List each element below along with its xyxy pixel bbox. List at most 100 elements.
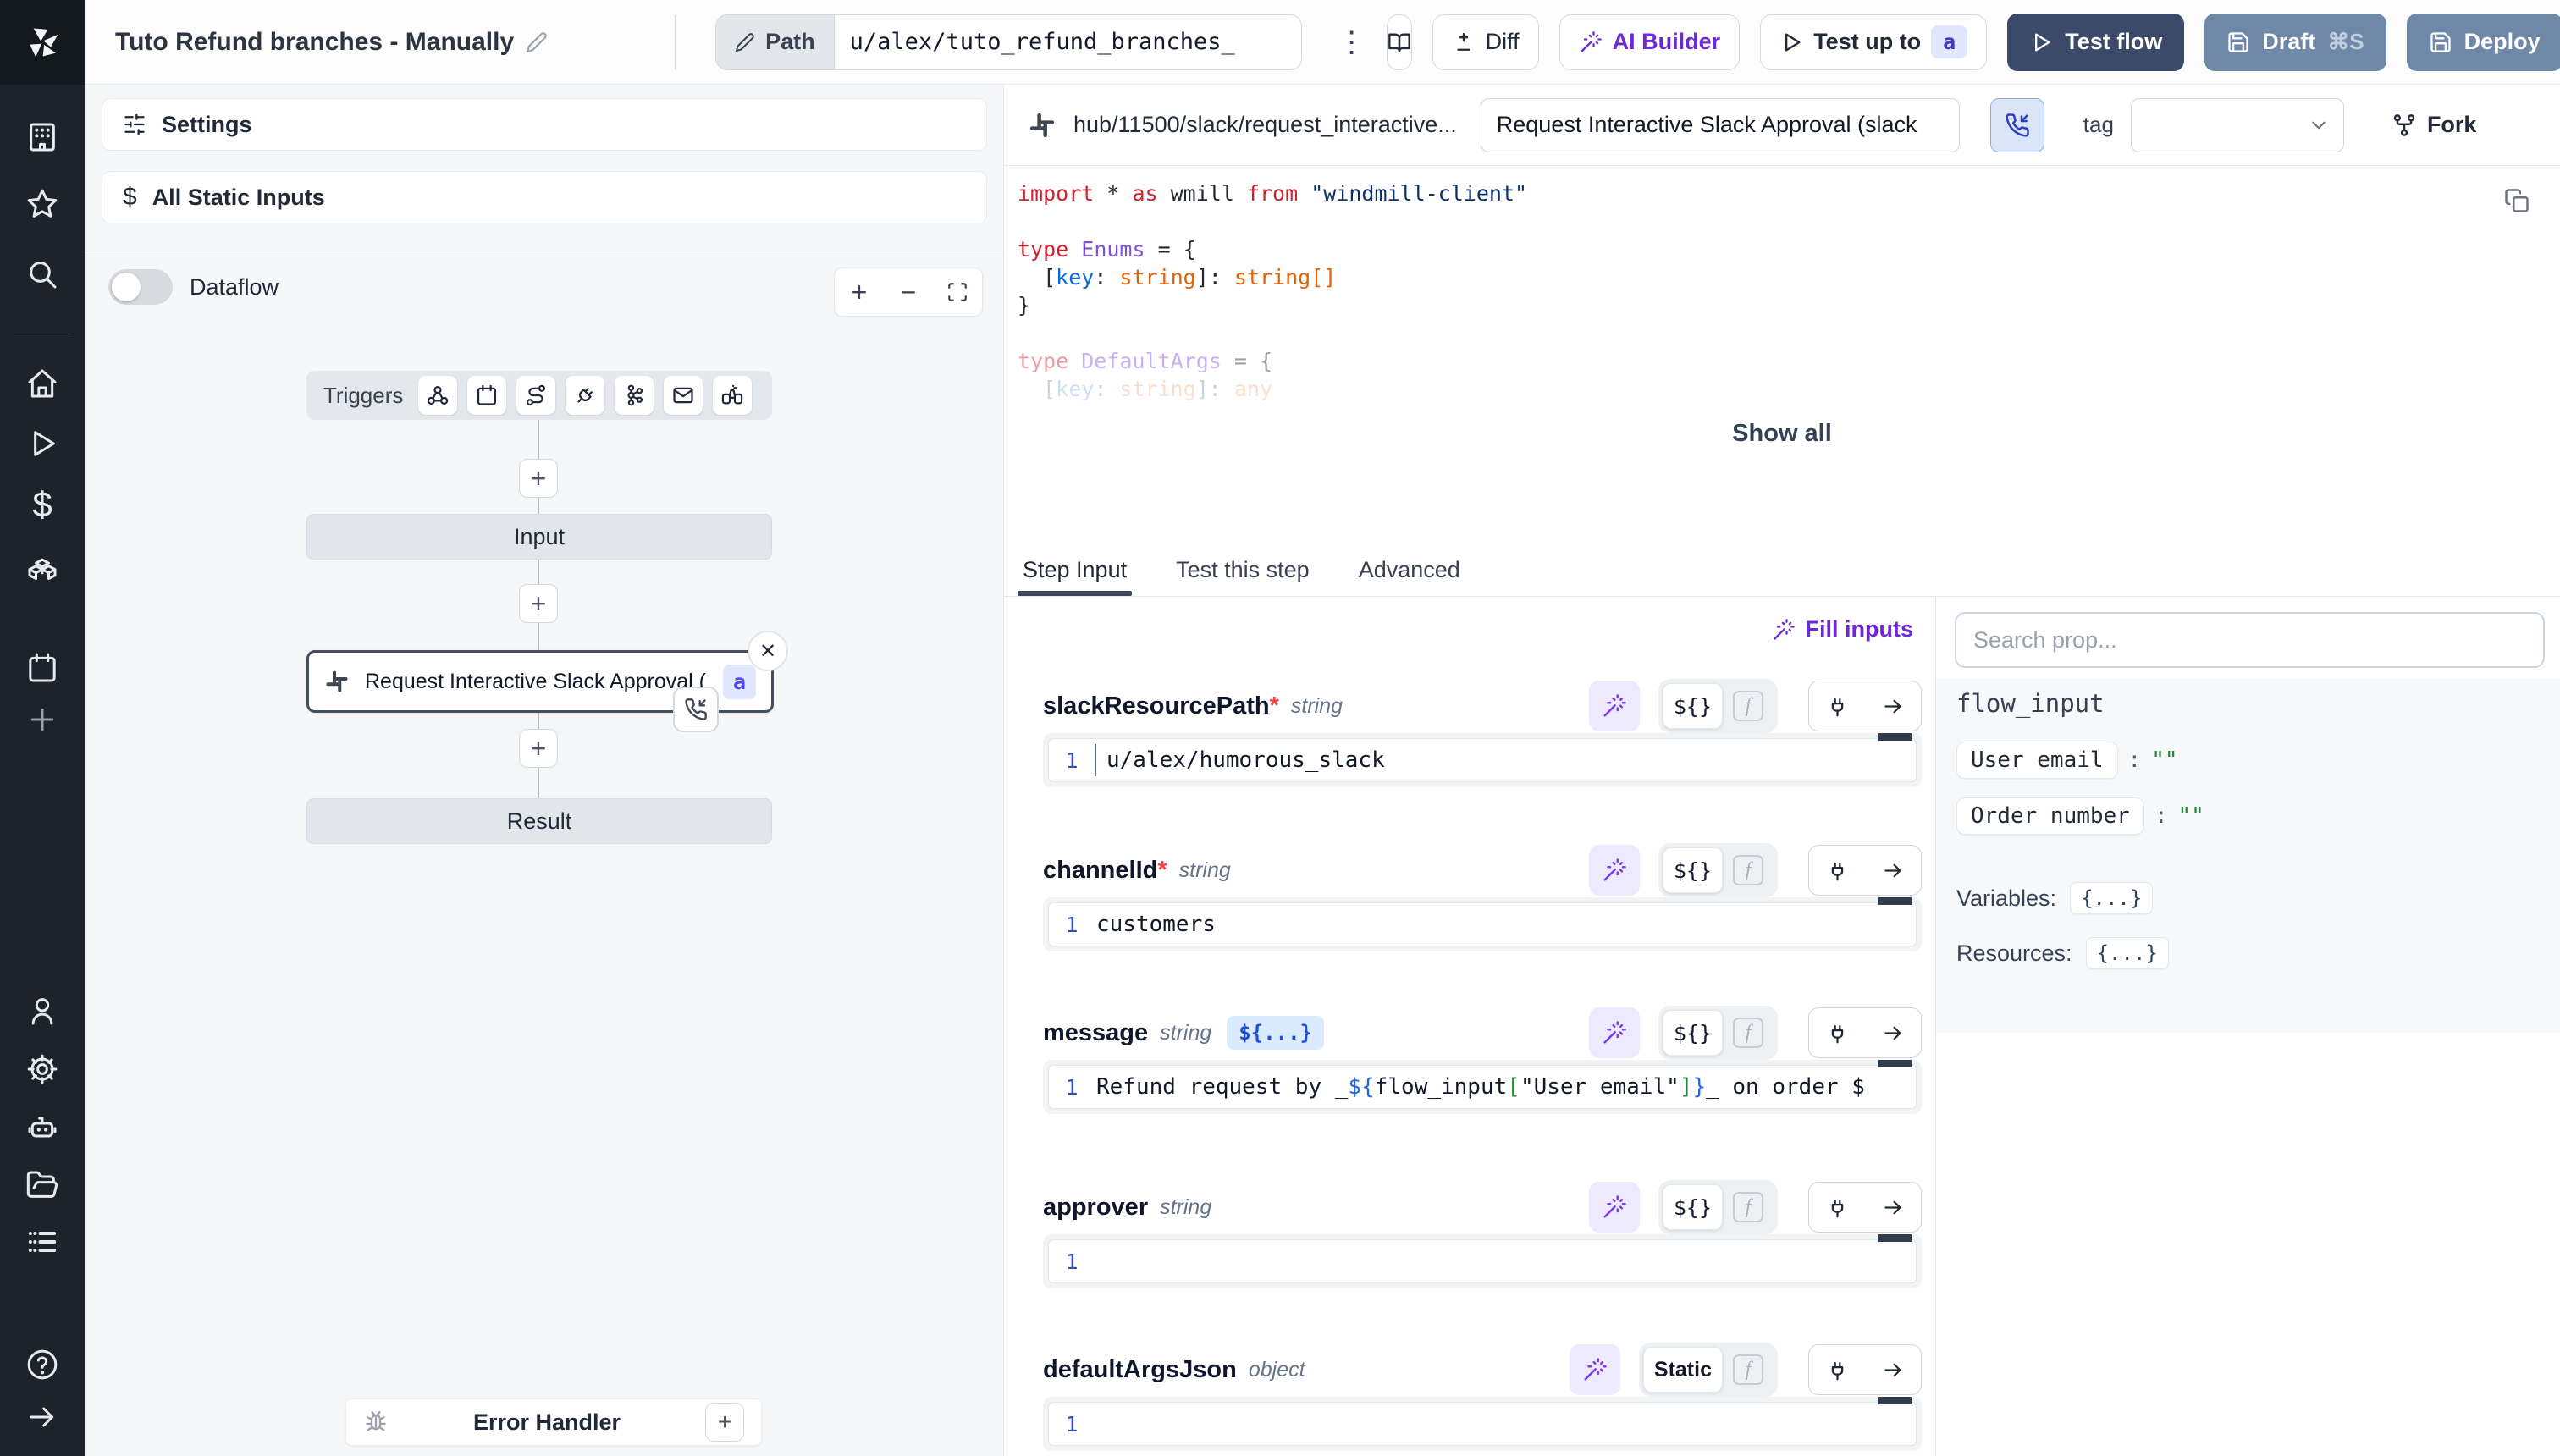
tab-step-input[interactable]: Step Input bbox=[1023, 544, 1127, 596]
field-editor[interactable]: 1 bbox=[1043, 1397, 1922, 1451]
add-step-button-top[interactable]: + bbox=[519, 459, 558, 498]
ai-fill-wand-button[interactable] bbox=[1570, 1344, 1620, 1395]
workspace-icon[interactable] bbox=[24, 119, 61, 156]
edit-title-pencil-icon[interactable] bbox=[526, 31, 548, 53]
prop-chip[interactable]: Order number bbox=[1956, 797, 2144, 835]
template-mode-button[interactable]: ${} bbox=[1663, 1184, 1723, 1230]
ai-fill-wand-button[interactable] bbox=[1589, 1007, 1640, 1058]
arrow-right-icon[interactable] bbox=[1865, 1007, 1921, 1058]
webhook-trigger-icon[interactable] bbox=[418, 376, 457, 415]
ai-fill-wand-button[interactable] bbox=[1589, 845, 1640, 896]
add-icon[interactable] bbox=[24, 701, 61, 738]
variables-expand-chip[interactable]: {...} bbox=[2070, 882, 2153, 914]
add-error-handler-button[interactable]: + bbox=[705, 1403, 744, 1442]
email-trigger-icon[interactable] bbox=[664, 376, 703, 415]
javascript-mode-button[interactable]: f bbox=[1733, 1354, 1763, 1385]
tag-select[interactable] bbox=[2131, 98, 2344, 152]
path-label[interactable]: Path bbox=[715, 14, 835, 70]
tab-advanced[interactable]: Advanced bbox=[1359, 544, 1460, 596]
home-icon[interactable] bbox=[24, 365, 61, 402]
test-flow-button[interactable]: Test flow bbox=[2007, 14, 2184, 71]
schedules-calendar-icon[interactable] bbox=[24, 649, 61, 687]
resources-cubes-icon[interactable] bbox=[24, 548, 61, 585]
audit-logs-list-icon[interactable] bbox=[24, 1223, 61, 1260]
draft-button[interactable]: Draft ⌘S bbox=[2204, 14, 2386, 71]
zoom-in-button[interactable]: + bbox=[835, 267, 884, 317]
field-type: string bbox=[1160, 1021, 1211, 1045]
path-input[interactable] bbox=[835, 14, 1302, 70]
schedule-trigger-icon[interactable] bbox=[467, 376, 506, 415]
help-icon[interactable] bbox=[24, 1346, 61, 1383]
docs-book-button[interactable] bbox=[1387, 14, 1412, 70]
user-icon[interactable] bbox=[24, 992, 61, 1029]
favorites-star-icon[interactable] bbox=[24, 185, 61, 223]
input-node[interactable]: Input bbox=[306, 514, 772, 560]
fork-button[interactable]: Fork bbox=[2392, 112, 2477, 138]
field-editor[interactable]: 1 u/alex/humorous_slack bbox=[1043, 733, 1922, 787]
zoom-out-button[interactable]: − bbox=[884, 267, 933, 317]
arrow-right-icon[interactable] bbox=[1865, 1344, 1921, 1395]
javascript-mode-button[interactable]: f bbox=[1733, 691, 1763, 721]
polling-watch-trigger-icon[interactable] bbox=[713, 376, 752, 415]
error-handler-node[interactable]: Error Handler + bbox=[345, 1398, 762, 1446]
windmill-logo[interactable] bbox=[0, 0, 85, 85]
plug-connect-icon[interactable] bbox=[1809, 1344, 1865, 1395]
all-static-inputs-button[interactable]: $ All Static Inputs bbox=[102, 171, 987, 223]
ai-fill-wand-button[interactable] bbox=[1589, 1182, 1640, 1233]
http-route-trigger-icon[interactable] bbox=[516, 376, 555, 415]
javascript-mode-button[interactable]: f bbox=[1733, 1018, 1763, 1048]
tab-test-this-step[interactable]: Test this step bbox=[1176, 544, 1310, 596]
plug-connect-icon[interactable] bbox=[1809, 845, 1865, 896]
arrow-right-icon[interactable] bbox=[1865, 1182, 1921, 1233]
more-menu-kebab-icon[interactable]: ⋮ bbox=[1338, 25, 1366, 59]
prop-chip[interactable]: User email bbox=[1956, 742, 2118, 779]
show-all-button[interactable]: Show all bbox=[1004, 420, 2560, 448]
expand-arrow-icon[interactable] bbox=[24, 1398, 61, 1436]
field-editor[interactable]: 1 Refund request by _${flow_input["User … bbox=[1043, 1060, 1922, 1114]
slack-approval-step-node[interactable]: Request Interactive Slack Approval (... … bbox=[306, 650, 774, 713]
add-step-button-bottom[interactable]: + bbox=[519, 729, 558, 768]
field-editor[interactable]: 1 bbox=[1043, 1234, 1922, 1288]
delete-step-button[interactable]: ✕ bbox=[748, 631, 788, 671]
fill-inputs-button[interactable]: Fill inputs bbox=[1772, 616, 1914, 643]
kafka-trigger-icon[interactable] bbox=[615, 376, 654, 415]
arrow-right-icon[interactable] bbox=[1865, 845, 1921, 896]
copy-code-icon[interactable] bbox=[2504, 188, 2530, 213]
plug-connect-icon[interactable] bbox=[1809, 1182, 1865, 1233]
settings-gear-icon[interactable] bbox=[24, 1051, 61, 1088]
javascript-mode-button[interactable]: f bbox=[1733, 855, 1763, 885]
runs-play-icon[interactable] bbox=[24, 425, 61, 462]
template-mode-button[interactable]: ${} bbox=[1663, 1010, 1723, 1056]
suspend-approval-phone-button[interactable] bbox=[1990, 98, 2044, 152]
template-mode-button[interactable]: ${} bbox=[1663, 683, 1723, 729]
test-up-to-button[interactable]: Test up to a bbox=[1760, 14, 1987, 70]
code-editor[interactable]: import * as wmill from "windmill-client"… bbox=[1004, 166, 2560, 544]
javascript-mode-button[interactable]: f bbox=[1733, 1192, 1763, 1222]
plug-connect-icon[interactable] bbox=[1809, 1007, 1865, 1058]
field-editor[interactable]: 1 customers bbox=[1043, 897, 1922, 951]
deploy-button[interactable]: Deploy bbox=[2407, 14, 2560, 71]
websocket-plug-trigger-icon[interactable] bbox=[566, 376, 604, 415]
folders-icon[interactable] bbox=[24, 1166, 61, 1204]
template-mode-button[interactable]: ${} bbox=[1663, 847, 1723, 893]
search-prop-input[interactable] bbox=[1955, 612, 2545, 668]
result-node[interactable]: Result bbox=[306, 798, 772, 844]
arrow-right-icon[interactable] bbox=[1865, 681, 1921, 731]
fit-view-button[interactable] bbox=[933, 267, 982, 317]
add-step-button-middle[interactable]: + bbox=[519, 584, 558, 623]
ai-fill-wand-button[interactable] bbox=[1589, 681, 1640, 731]
plug-connect-icon[interactable] bbox=[1809, 681, 1865, 731]
search-icon[interactable] bbox=[24, 256, 61, 293]
static-mode-button[interactable]: Static bbox=[1643, 1347, 1723, 1393]
variables-dollar-icon[interactable]: $ bbox=[24, 486, 61, 523]
step-name-input[interactable] bbox=[1481, 98, 1960, 152]
triggers-node[interactable]: Triggers bbox=[306, 371, 772, 420]
flow-settings-button[interactable]: Settings bbox=[102, 98, 987, 151]
hub-script-path[interactable]: hub/11500/slack/request_interactive... bbox=[1073, 112, 1457, 138]
diff-button[interactable]: Diff bbox=[1432, 14, 1539, 70]
dataflow-toggle[interactable] bbox=[108, 269, 173, 305]
workers-robot-icon[interactable] bbox=[24, 1109, 61, 1146]
suspend-approval-phone-icon[interactable] bbox=[673, 687, 719, 732]
resources-expand-chip[interactable]: {...} bbox=[2086, 937, 2169, 969]
ai-builder-button[interactable]: AI Builder bbox=[1559, 14, 1741, 70]
